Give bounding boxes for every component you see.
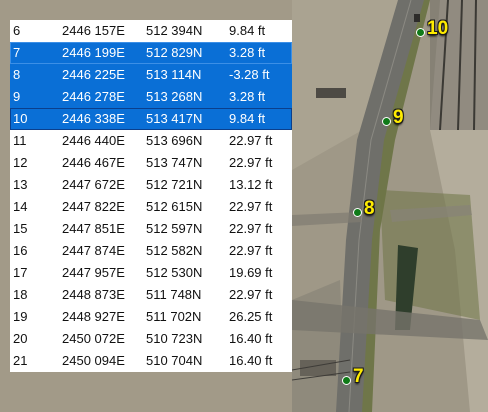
easting-cell: 2450 072E (62, 331, 125, 346)
easting-cell: 2446 278E (62, 89, 125, 104)
northing-cell: 512 582N (146, 243, 203, 258)
elevation-cell: 22.97 ft (229, 221, 273, 236)
elevation-cell: 9.84 ft (229, 111, 266, 126)
point-id-cell: 7 (13, 45, 21, 60)
elevation-cell: 13.12 ft (229, 177, 273, 192)
point-id-cell: 14 (13, 199, 28, 214)
table-row[interactable]: 19 2448 927E 511 702N 26.25 ft (10, 306, 292, 328)
elevation-cell: 22.97 ft (229, 199, 273, 214)
easting-cell: 2447 672E (62, 177, 125, 192)
point-id-cell: 8 (13, 67, 21, 82)
point-id-cell: 18 (13, 287, 28, 302)
northing-cell: 512 530N (146, 265, 203, 280)
easting-cell: 2447 822E (62, 199, 125, 214)
table-row[interactable]: 17 2447 957E 512 530N 19.69 ft (10, 262, 292, 284)
marker-dot-icon (416, 28, 425, 37)
elevation-cell: 19.69 ft (229, 265, 273, 280)
northing-cell: 513 696N (146, 133, 203, 148)
elevation-cell: 22.97 ft (229, 287, 273, 302)
northing-cell: 512 829N (146, 45, 203, 60)
point-id-cell: 11 (13, 133, 27, 148)
elevation-cell: -3.28 ft (229, 67, 270, 82)
marker-dot-icon (353, 208, 362, 217)
table-row-selected[interactable]: 7 2446 199E 512 829N 3.28 ft (10, 42, 292, 64)
table-row-selected[interactable]: 8 2446 225E 513 114N -3.28 ft (10, 64, 292, 86)
elevation-cell: 22.97 ft (229, 133, 273, 148)
elevation-cell: 9.84 ft (229, 23, 266, 38)
elevation-cell: 22.97 ft (229, 155, 273, 170)
easting-cell: 2446 467E (62, 155, 125, 170)
northing-cell: 511 702N (146, 309, 202, 324)
table-row[interactable]: 13 2447 672E 512 721N 13.12 ft (10, 174, 292, 196)
elevation-cell: 3.28 ft (229, 89, 266, 104)
elevation-cell: 3.28 ft (229, 45, 266, 60)
easting-cell: 2447 851E (62, 221, 125, 236)
table-row[interactable]: 11 2446 440E 513 696N 22.97 ft (10, 130, 292, 152)
point-id-cell: 9 (13, 89, 21, 104)
elevation-cell: 16.40 ft (229, 353, 273, 368)
point-id-cell: 21 (13, 353, 28, 368)
table-row[interactable]: 16 2447 874E 512 582N 22.97 ft (10, 240, 292, 262)
easting-cell: 2448 927E (62, 309, 125, 324)
point-id-cell: 10 (13, 111, 28, 126)
northing-cell: 513 268N (146, 89, 203, 104)
easting-cell: 2446 199E (62, 45, 125, 60)
table-row[interactable]: 20 2450 072E 510 723N 16.40 ft (10, 328, 292, 350)
point-id-cell: 6 (13, 23, 21, 38)
northing-cell: 512 615N (146, 199, 203, 214)
point-id-cell: 15 (13, 221, 28, 236)
northing-cell: 513 417N (146, 111, 203, 126)
marker-dot-icon (382, 117, 391, 126)
easting-cell: 2447 874E (62, 243, 125, 258)
easting-cell: 2446 225E (62, 67, 125, 82)
table-row[interactable]: 14 2447 822E 512 615N 22.97 ft (10, 196, 292, 218)
point-id-cell: 16 (13, 243, 28, 258)
table-row-selected[interactable]: 9 2446 278E 513 268N 3.28 ft (10, 86, 292, 108)
point-id-cell: 17 (13, 265, 28, 280)
easting-cell: 2446 157E (62, 23, 125, 38)
northing-cell: 512 721N (146, 177, 203, 192)
table-row[interactable]: 12 2446 467E 513 747N 22.97 ft (10, 152, 292, 174)
marker-label: 10 (427, 18, 449, 39)
easting-cell: 2447 957E (62, 265, 125, 280)
table-row[interactable]: 15 2447 851E 512 597N 22.97 ft (10, 218, 292, 240)
coordinate-table: 6 2446 157E 512 394N 9.84 ft 7 2446 199E 512 8… (10, 20, 292, 372)
northing-cell: 513 114N (146, 67, 202, 82)
point-id-cell: 20 (13, 331, 28, 346)
point-id-cell: 19 (13, 309, 28, 324)
northing-cell: 512 597N (146, 221, 203, 236)
point-id-cell: 13 (13, 177, 28, 192)
table-row[interactable]: 21 2450 094E 510 704N 16.40 ft (10, 350, 292, 372)
elevation-cell: 22.97 ft (229, 243, 273, 258)
easting-cell: 2450 094E (62, 353, 125, 368)
point-id-cell: 12 (13, 155, 28, 170)
northing-cell: 513 747N (146, 155, 203, 170)
easting-cell: 2446 440E (62, 133, 125, 148)
table-row[interactable]: 6 2446 157E 512 394N 9.84 ft (10, 20, 292, 42)
table-row[interactable]: 18 2448 873E 511 748N 22.97 ft (10, 284, 292, 306)
easting-cell: 2446 338E (62, 111, 125, 126)
northing-cell: 510 704N (146, 353, 203, 368)
northing-cell: 510 723N (146, 331, 203, 346)
marker-label: 8 (364, 198, 375, 219)
elevation-cell: 16.40 ft (229, 331, 273, 346)
table-row-selected[interactable]: 10 2446 338E 513 417N 9.84 ft (10, 108, 292, 130)
easting-cell: 2448 873E (62, 287, 125, 302)
northing-cell: 512 394N (146, 23, 203, 38)
elevation-cell: 26.25 ft (229, 309, 273, 324)
table-body: 6 2446 157E 512 394N 9.84 ft 7 2446 199E 512 8… (10, 20, 292, 372)
marker-dot-icon (342, 376, 351, 385)
northing-cell: 511 748N (146, 287, 202, 302)
marker-label: 9 (393, 107, 404, 128)
marker-label: 7 (353, 366, 364, 387)
